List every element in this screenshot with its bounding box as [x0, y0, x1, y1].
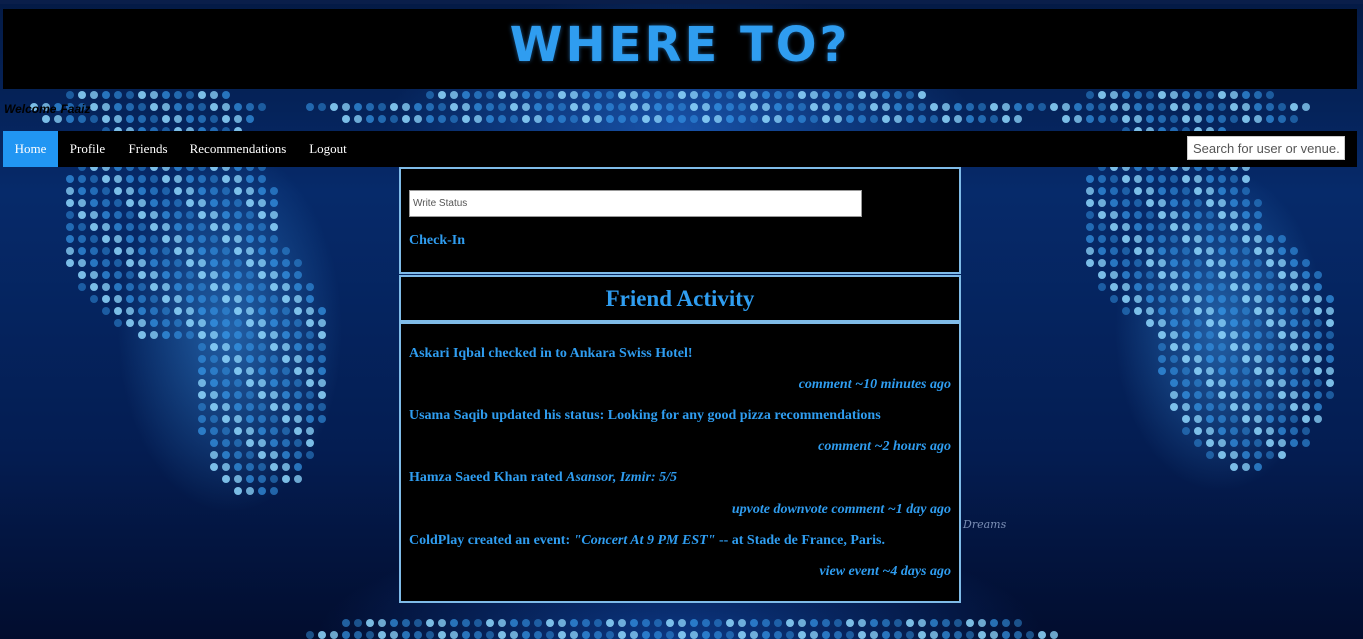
main-navbar: Home Profile Friends Recommendations Log… — [3, 131, 1357, 167]
nav-friends[interactable]: Friends — [117, 131, 179, 167]
nav-home[interactable]: Home — [3, 131, 58, 167]
site-title: WHERE TO? — [509, 17, 851, 73]
activity-text: created an event: — [467, 533, 571, 548]
activity-user[interactable]: ColdPlay — [409, 533, 464, 548]
rated-venue[interactable]: Asansor, Izmir: 5/5 — [566, 470, 677, 485]
background-signature: Dreams — [963, 518, 1007, 531]
comment-link[interactable]: comment — [831, 502, 884, 517]
nav-profile[interactable]: Profile — [58, 131, 117, 167]
activity-text: checked in to Ankara Swiss Hotel! — [488, 346, 693, 361]
view-event-link[interactable]: view event — [819, 564, 878, 579]
activity-meta-3: upvote downvote comment ~1 day ago — [732, 502, 951, 518]
event-location: -- at Stade de France, Paris. — [718, 533, 885, 548]
activity-user[interactable]: Askari Iqbal — [409, 346, 485, 361]
comment-link[interactable]: comment — [818, 439, 871, 454]
activity-meta-4: view event ~4 days ago — [819, 564, 951, 580]
activity-text: rated — [530, 470, 563, 485]
activity-time: ~2 hours ago — [874, 439, 951, 454]
activity-user[interactable]: Hamza Saeed Khan — [409, 470, 527, 485]
write-status-input[interactable] — [409, 190, 862, 217]
welcome-prefix: Welcome — [4, 102, 57, 116]
friend-activity-title: Friend Activity — [605, 286, 755, 311]
activity-item-1: Askari Iqbal checked in to Ankara Swiss … — [409, 346, 693, 362]
site-banner: WHERE TO? — [3, 9, 1357, 89]
activity-feed: Askari Iqbal checked in to Ankara Swiss … — [399, 322, 961, 603]
check-in-link[interactable]: Check-In — [409, 233, 465, 249]
activity-meta-2: comment ~2 hours ago — [818, 439, 951, 455]
event-name[interactable]: "Concert At 9 PM EST" — [574, 533, 716, 548]
search-input[interactable] — [1187, 136, 1345, 160]
comment-link[interactable]: comment — [799, 377, 852, 392]
welcome-message: Welcome Faaiz — [4, 102, 90, 116]
activity-user[interactable]: Usama Saqib — [409, 408, 488, 423]
activity-meta-1: comment ~10 minutes ago — [799, 377, 951, 393]
downvote-link[interactable]: downvote — [773, 502, 827, 517]
activity-item-3: Hamza Saeed Khan rated Asansor, Izmir: 5… — [409, 470, 677, 486]
activity-text: updated his status: Looking for any good… — [491, 408, 881, 423]
activity-time: ~4 days ago — [882, 564, 951, 579]
top-strip — [0, 0, 1363, 4]
status-panel: Check-In — [399, 167, 961, 274]
activity-item-4: ColdPlay created an event: "Concert At 9… — [409, 533, 885, 549]
activity-item-2: Usama Saqib updated his status: Looking … — [409, 408, 881, 424]
activity-time: ~1 day ago — [887, 502, 951, 517]
friend-activity-header: Friend Activity — [399, 275, 961, 322]
nav-recommendations[interactable]: Recommendations — [179, 131, 297, 167]
welcome-username: Faaiz — [60, 102, 91, 116]
upvote-link[interactable]: upvote — [732, 502, 770, 517]
activity-time: ~10 minutes ago — [855, 377, 951, 392]
nav-logout[interactable]: Logout — [297, 131, 359, 167]
